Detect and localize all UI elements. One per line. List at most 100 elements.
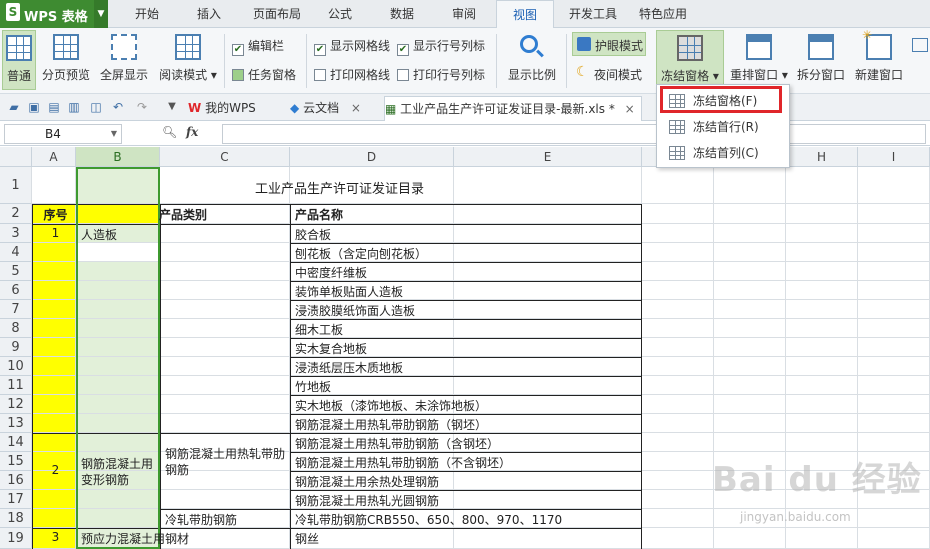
freeze-panes-button[interactable]: 冻结窗格 ▾ bbox=[656, 30, 724, 86]
split-window-button[interactable]: 拆分窗口 bbox=[794, 30, 848, 90]
product-name-cell[interactable]: 钢筋混凝土用热轧带肋钢筋（钢坯） bbox=[292, 416, 487, 433]
header-seq[interactable]: 序号 bbox=[34, 206, 74, 223]
formula-input[interactable] bbox=[222, 124, 926, 144]
col-header-e[interactable]: E bbox=[454, 147, 642, 167]
tab-my-wps[interactable]: W 我的WPS bbox=[188, 96, 280, 121]
row-header[interactable]: 6 bbox=[0, 281, 32, 300]
product-name-cell[interactable]: 实木复合地板 bbox=[292, 340, 367, 357]
product-name-cell[interactable]: 钢丝 bbox=[292, 530, 319, 547]
sheet-title[interactable]: 工业产品生产许可证发证目录 bbox=[160, 178, 516, 197]
menu-data[interactable]: 数据 bbox=[380, 0, 424, 28]
col-header-c[interactable]: C bbox=[160, 147, 290, 167]
menu-page-layout[interactable]: 页面布局 bbox=[246, 0, 308, 28]
product-name-cell[interactable]: 浸渍纸层压木质地板 bbox=[292, 359, 403, 376]
row-header[interactable]: 2 bbox=[0, 204, 32, 224]
row-header[interactable]: 4 bbox=[0, 243, 32, 262]
product-name-cell[interactable]: 钢筋混凝土用热轧带肋钢筋（含钢坯） bbox=[292, 435, 499, 452]
task-pane-checkbox[interactable]: 任务窗格 bbox=[232, 66, 296, 83]
category-cell[interactable]: 人造板 bbox=[78, 226, 117, 243]
reading-mode-button[interactable]: 阅读模式 ▾ bbox=[156, 30, 220, 90]
show-grid-checkbox[interactable]: ✔ 显示网格线 bbox=[314, 37, 390, 56]
name-box[interactable]: B4 ▼ bbox=[4, 124, 122, 144]
tab-cloud-docs[interactable]: ◆ 云文档 × bbox=[290, 96, 380, 121]
col-header-a[interactable]: A bbox=[32, 147, 76, 167]
edit-bar-checkbox[interactable]: ✔ 编辑栏 bbox=[232, 37, 284, 56]
night-mode-button[interactable]: ☾ 夜间模式 bbox=[572, 62, 646, 86]
product-name-cell[interactable]: 刨花板（含定向刨花板） bbox=[292, 245, 427, 262]
product-name-cell[interactable]: 细木工板 bbox=[292, 321, 343, 338]
row-header[interactable]: 13 bbox=[0, 414, 32, 433]
row-header[interactable]: 17 bbox=[0, 490, 32, 509]
row-header[interactable]: 8 bbox=[0, 319, 32, 338]
product-name-cell[interactable]: 装饰单板贴面人造板 bbox=[292, 283, 403, 300]
freeze-first-col-item[interactable]: 冻结首列(C) bbox=[663, 142, 787, 164]
product-name-cell[interactable]: 胶合板 bbox=[292, 226, 331, 243]
row-header[interactable]: 16 bbox=[0, 471, 32, 490]
seq-cell[interactable]: 1 bbox=[34, 226, 74, 240]
category-cell[interactable]: 预应力混凝土用钢材 bbox=[78, 530, 189, 547]
menu-insert[interactable]: 插入 bbox=[186, 0, 232, 28]
product-name-cell[interactable]: 钢筋混凝土用热轧带肋钢筋（不含钢坯） bbox=[292, 454, 511, 471]
save-icon[interactable]: ▣ bbox=[26, 99, 42, 115]
export-pdf-icon[interactable]: ▤ bbox=[46, 99, 62, 115]
row-header[interactable]: 18 bbox=[0, 509, 32, 528]
eye-mode-button[interactable]: 护眼模式 bbox=[572, 32, 646, 56]
menu-view[interactable]: 视图 bbox=[496, 0, 554, 29]
undo-icon[interactable]: ↶ bbox=[110, 99, 126, 115]
col-header-i[interactable]: I bbox=[858, 147, 930, 167]
subcategory-cell[interactable]: 钢筋混凝土用热轧带肋钢筋 bbox=[162, 446, 290, 478]
row-header[interactable]: 10 bbox=[0, 357, 32, 376]
row-header[interactable]: 11 bbox=[0, 376, 32, 395]
row-header[interactable]: 12 bbox=[0, 395, 32, 414]
product-name-cell[interactable]: 钢筋混凝土用余热处理钢筋 bbox=[292, 473, 439, 490]
fullscreen-button[interactable]: 全屏显示 bbox=[98, 30, 150, 90]
product-name-cell[interactable]: 钢筋混凝土用热轧光圆钢筋 bbox=[292, 492, 439, 509]
zoom-button[interactable]: 显示比例 bbox=[504, 30, 560, 90]
col-header-b[interactable]: B bbox=[76, 147, 160, 167]
category-cell[interactable]: 钢筋混凝土用变形钢筋 bbox=[78, 456, 160, 488]
row-header[interactable]: 7 bbox=[0, 300, 32, 319]
menu-formula[interactable]: 公式 bbox=[318, 0, 362, 28]
rearrange-button[interactable]: 重排窗口 ▾ bbox=[728, 30, 790, 90]
header-category[interactable]: 产品类别 bbox=[156, 206, 207, 223]
row-header[interactable]: 1 bbox=[0, 167, 32, 204]
product-name-cell[interactable]: 浸渍胶膜纸饰面人造板 bbox=[292, 302, 415, 319]
menu-home[interactable]: 开始 bbox=[124, 0, 170, 28]
row-header[interactable]: 19 bbox=[0, 528, 32, 549]
page-preview-button[interactable]: 分页预览 bbox=[40, 30, 92, 90]
print-headers-checkbox[interactable]: 打印行号列标 bbox=[397, 66, 485, 83]
product-name-cell[interactable]: 实木地板（漆饰地板、未涂饰地板） bbox=[292, 397, 487, 414]
subcategory-cell[interactable]: 冷轧带肋钢筋 bbox=[162, 511, 237, 528]
product-name-cell[interactable]: 冷轧带肋钢筋CRB550、650、800、970、1170 bbox=[292, 511, 562, 528]
product-name-cell[interactable]: 竹地板 bbox=[292, 378, 331, 395]
normal-view-button[interactable]: 普通 bbox=[2, 30, 36, 90]
select-all-corner[interactable] bbox=[0, 147, 32, 167]
menu-review[interactable]: 审阅 bbox=[442, 0, 486, 28]
print-preview-icon[interactable]: ◫ bbox=[88, 99, 104, 115]
chevron-down-icon[interactable]: ▼ bbox=[94, 0, 108, 28]
header-name[interactable]: 产品名称 bbox=[292, 206, 343, 223]
menu-special[interactable]: 特色应用 bbox=[632, 0, 694, 28]
chevron-down-icon[interactable]: ▼ bbox=[164, 99, 180, 115]
freeze-first-row-item[interactable]: 冻结首行(R) bbox=[663, 116, 787, 138]
function-button[interactable]: fx bbox=[186, 125, 198, 139]
folder-icon[interactable]: ▰ bbox=[6, 99, 22, 115]
zoom-formula-icon[interactable]: 🔍︎ bbox=[162, 125, 177, 139]
new-window-button[interactable]: ✳ 新建窗口 bbox=[852, 28, 906, 90]
col-header-d[interactable]: D bbox=[290, 147, 454, 167]
row-header[interactable]: 3 bbox=[0, 224, 32, 243]
tab-current-document[interactable]: ▦ 工业产品生产许可证发证目录-最新.xls * × bbox=[384, 96, 642, 121]
wps-logo-button[interactable]: S WPS 表格 ▼ bbox=[0, 0, 108, 28]
more-button[interactable] bbox=[910, 30, 930, 90]
row-header[interactable]: 14 bbox=[0, 433, 32, 452]
product-name-cell[interactable]: 中密度纤维板 bbox=[292, 264, 367, 281]
print-icon[interactable]: ▥ bbox=[66, 99, 82, 115]
show-headers-checkbox[interactable]: ✔ 显示行号列标 bbox=[397, 37, 485, 56]
redo-icon[interactable]: ↷ bbox=[134, 99, 150, 115]
menu-developer[interactable]: 开发工具 bbox=[562, 0, 624, 28]
row-header[interactable]: 15 bbox=[0, 452, 32, 471]
seq-cell[interactable]: 2 bbox=[34, 463, 74, 477]
row-header[interactable]: 9 bbox=[0, 338, 32, 357]
print-grid-checkbox[interactable]: 打印网格线 bbox=[314, 66, 390, 83]
row-header[interactable]: 5 bbox=[0, 262, 32, 281]
